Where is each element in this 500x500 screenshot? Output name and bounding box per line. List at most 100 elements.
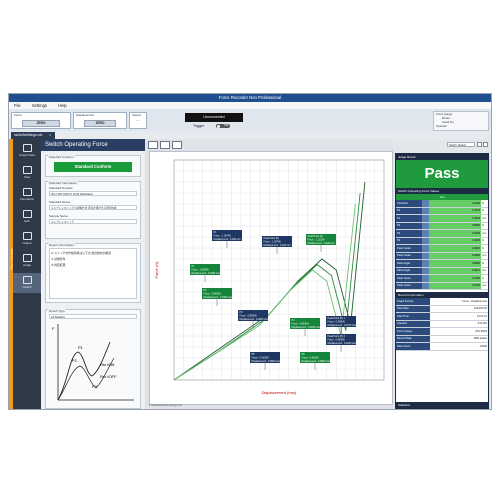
diagram-ron: Rsr tON	[100, 362, 115, 367]
displacement-gauge: Displacement - - - ZERO	[73, 112, 127, 129]
value-number: 0.9880	[429, 259, 481, 268]
annotation-box[interactable]: Peak Point (P) 1Force : 0.4200NDisplacem…	[326, 316, 356, 327]
table-row: Ccriterion 0.1000 N	[396, 200, 488, 208]
annotation-text: Displacement : 0.426 mm	[308, 242, 335, 245]
report-note: ③ 判定結果	[51, 263, 66, 267]
chart-toolbar	[147, 140, 183, 150]
group-title: Result Type	[48, 309, 66, 313]
value-unit: N	[481, 259, 488, 268]
device-info-operator: Operator	[436, 124, 448, 128]
switch-select[interactable]: Switch 1Select	[447, 142, 475, 147]
record-name: Start Time	[396, 312, 430, 321]
tab-document[interactable]: studioSmithings.cdx ×	[11, 132, 55, 139]
displacement-zero-button[interactable]: ZERO	[84, 120, 116, 127]
sidebar-item-output[interactable]: Output	[13, 229, 41, 249]
result-type-group: Result Type All Statistics F P1 P2 P2 Rs…	[45, 309, 141, 409]
menu-settings[interactable]: Settings	[27, 102, 52, 109]
image-tool-icon[interactable]	[172, 141, 182, 149]
record-name: Operator	[396, 320, 430, 328]
sample-name-label: Sample Name	[49, 214, 69, 218]
record-value: Force - Displacement	[430, 298, 488, 306]
result-type-select[interactable]: All Statistics	[49, 314, 137, 319]
value-unit: mm	[481, 229, 488, 238]
annotation-box[interactable]: Peak Point (P) 2Force : 0.4200NDisplacem…	[326, 334, 356, 345]
value-name: Peak Cadar	[396, 244, 422, 253]
tab-document-label: studioSmithings.cdx	[14, 133, 43, 137]
force-displacement-chart[interactable]: Displacement (mm) Force (N) P1Force : 1.10…	[150, 152, 392, 404]
table-row: Graph Format Force - Displacement	[396, 298, 488, 306]
force-zero-button[interactable]: ZERO	[22, 120, 60, 127]
info-icon	[422, 229, 429, 238]
annotation-box[interactable]: P2Force : 0.8450NDisplacement : 0.4364 m…	[202, 288, 232, 299]
judge-icon	[22, 254, 32, 262]
value-number: 0.4060	[429, 252, 481, 260]
annotation-box[interactable]: Peak Point (P)Force : 1.1079NDisplacemen…	[262, 236, 292, 247]
annotation-box[interactable]: P1Force : 1.0000NDisplacement : 0.3464 m…	[190, 264, 220, 275]
annotation-text: Displacement : 0.400 mm	[214, 238, 241, 241]
table-row: P1 1.1079 N	[396, 207, 488, 215]
annotation-text: Displacement : 0.4036 mm	[292, 326, 320, 329]
report-information-group: Report Information ① スイッチの作動荷重は以下の 適合値内か…	[45, 243, 141, 303]
value-name: P2	[396, 229, 422, 238]
export-icon[interactable]	[483, 142, 488, 147]
info-icon	[422, 259, 429, 268]
edit-icon	[22, 210, 32, 218]
menu-help[interactable]: Help	[53, 102, 72, 109]
value-name: Peak Vower	[396, 282, 422, 290]
table-row: Peak Vower 0.3700 mm	[396, 282, 488, 290]
value-unit: mm	[481, 252, 488, 260]
trigger-state: OFF	[223, 124, 229, 127]
record-value: 2024/07/22	[430, 305, 488, 313]
info-icon	[422, 252, 429, 260]
value-name: P2	[396, 222, 422, 230]
diagram-p2: P2	[72, 358, 78, 363]
settings-icon[interactable]	[477, 142, 482, 147]
device-info: Force Gauge Model Serial No. Operator	[433, 111, 489, 131]
sample-name-field[interactable]: メンブレンスイッチ	[49, 219, 137, 224]
sidebar-item-view[interactable]: View	[13, 163, 41, 183]
diagram-roff: Rsr tOFF	[100, 374, 117, 379]
value-number: 1.0000	[429, 244, 481, 253]
standard-name-label: Standard Name	[49, 200, 71, 204]
sidebar-item-label: Switch	[22, 285, 32, 289]
table-row: Data Count 10000	[396, 342, 488, 351]
standard-name-field[interactable]: メンブレンスイッチの試験方法 近接を測定する測定技術	[49, 205, 137, 210]
annotation-text: Displacement : 0.3464 mm	[192, 272, 220, 275]
annotation-box[interactable]: P1Force : 1.1079NDisplacement : 0.400 mm	[212, 230, 242, 241]
result-panel: Switch 1Select Judge Result Pass Switch …	[393, 139, 491, 409]
annotation-box[interactable]: P3Force : 0.8300NDisplacement : 0.2060 m…	[238, 310, 268, 321]
annotation-box[interactable]: Peak Point (A)Force : 1.1123NDisplacemen…	[306, 234, 336, 245]
sidebar-item-judge[interactable]: Judge	[13, 251, 41, 271]
value-number: 0.8450	[429, 222, 481, 230]
close-icon[interactable]: ×	[49, 132, 51, 139]
info-icon	[422, 214, 429, 223]
graph-tool-icon[interactable]	[148, 141, 158, 149]
zoom-tool-icon[interactable]	[160, 141, 170, 149]
annotation-icon	[22, 188, 32, 196]
sidebar-item-switch[interactable]: Switch	[13, 273, 41, 293]
value-number: 0.4364	[429, 214, 481, 223]
value-unit: N	[481, 244, 488, 253]
output-icon	[22, 232, 32, 240]
speed-value: - -	[136, 117, 140, 122]
menu-file[interactable]: File	[9, 102, 26, 109]
report-notes[interactable]: ① スイッチの作動荷重は以下の 適合値内か確認 ② 試験条件 ③ 判定結果	[49, 248, 137, 299]
sidebar-item-annotation[interactable]: Annotation	[13, 185, 41, 205]
statistics-footer[interactable]: Statistics	[396, 402, 488, 408]
value-unit: mm	[481, 282, 488, 290]
value-number: 1.1079	[429, 207, 481, 215]
trigger-control: Trigger OFF	[185, 123, 243, 129]
document-tabs: studioSmithings.cdx ×	[9, 131, 491, 139]
annotation-box[interactable]: P5Force : 0.4100NDisplacement : 0.3660 m…	[250, 352, 280, 363]
value-unit: N	[481, 207, 488, 215]
annotation-box[interactable]: P6Force : 0.4300NDisplacement : 0.3960 m…	[300, 352, 330, 363]
diagram-p1: P1	[78, 345, 84, 350]
standard-conform-button[interactable]: Standard Conform	[54, 162, 132, 172]
sidebar-item-edit[interactable]: Edit	[13, 207, 41, 227]
annotation-box[interactable]: P4Force : 0.8300NDisplacement : 0.4036 m…	[290, 318, 320, 329]
standard-number-field[interactable]: JIS C 6571(JIS-Tf, JIS B Withdrawn)	[49, 191, 137, 196]
trigger-toggle[interactable]: OFF	[216, 124, 230, 128]
y-axis-title: Force (N)	[154, 261, 159, 279]
sidebar-item-graph-data[interactable]: Graph Data	[13, 141, 41, 161]
group-title: Report Information	[48, 243, 75, 247]
